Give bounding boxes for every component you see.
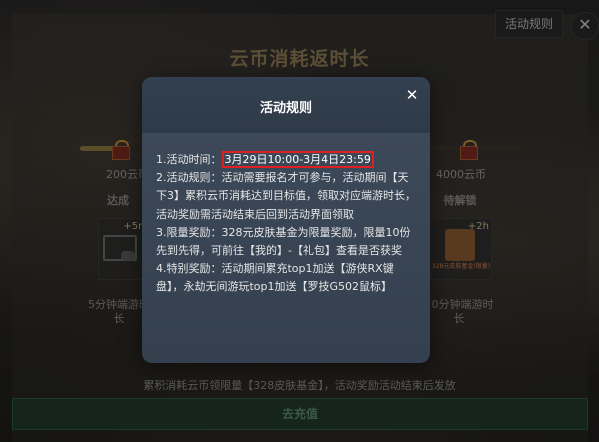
- rule-1: 1.活动时间： 3月29日10:00-3月4日23:59: [156, 151, 418, 169]
- rule-1-prefix: 1.活动时间：: [156, 153, 222, 166]
- activity-time-highlight: 3月29日10:00-3月4日23:59: [221, 151, 374, 168]
- rule-2: 2.活动规则：活动需要报名才可参与，活动期间【天下3】累积云币消耗达到目标值，领…: [156, 171, 416, 221]
- modal-title: 活动规则: [259, 101, 312, 116]
- modal-body: 1.活动时间： 3月29日10:00-3月4日23:59 2.活动规则：活动需要报…: [156, 151, 418, 297]
- rule-4: 4.特别奖励：活动期间累充top1加送【游侠RX键盘】，永劫无间游玩top1加送…: [156, 262, 394, 294]
- close-icon[interactable]: ✕: [402, 85, 422, 105]
- rule-3: 3.限量奖励：328元皮肤基金为限量奖励，限量10份先到先得，可前往【我的】-【…: [156, 225, 411, 258]
- rules-modal: 活动规则 ✕ 1.活动时间： 3月29日10:00-3月4日23:59 2.活动规…: [142, 77, 430, 363]
